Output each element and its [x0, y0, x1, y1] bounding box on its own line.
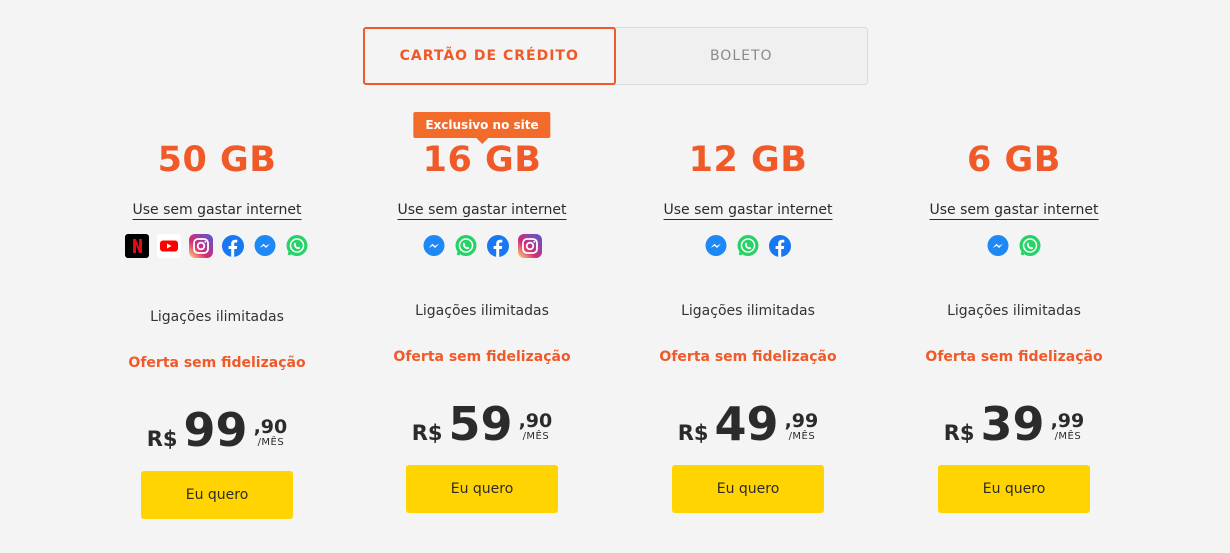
- price-currency: R$: [146, 427, 178, 451]
- messenger-icon: [423, 235, 445, 256]
- exclusive-badge: Exclusivo no site: [413, 112, 551, 138]
- instagram-icon: [189, 234, 213, 258]
- whatsapp-icon: [737, 235, 759, 256]
- plan-data-amount: 50 GB: [157, 140, 277, 180]
- plan-data-amount: 12 GB: [688, 140, 808, 180]
- price-currency: R$: [411, 421, 443, 445]
- calls-feature: Ligações ilimitadas: [947, 303, 1081, 319]
- price-decimal-group: ,90 /MÊS: [254, 417, 288, 449]
- facebook-icon: [487, 235, 509, 257]
- no-commitment-offer: Oferta sem fidelização: [659, 349, 837, 365]
- zero-rating-link[interactable]: Use sem gastar internet: [132, 202, 302, 220]
- plan-price: R$ 39 ,99 /MÊS: [904, 397, 1124, 447]
- plan-card-50gb: 50 GB Use sem gastar internet Ligações i…: [107, 0, 327, 553]
- netflix-icon: [125, 234, 149, 258]
- price-decimal-group: ,90 /MÊS: [519, 411, 553, 443]
- price-period: /MÊS: [788, 431, 816, 442]
- included-apps: [638, 234, 858, 258]
- plan-price: R$ 49 ,99 /MÊS: [638, 397, 858, 447]
- price-period: /MÊS: [522, 431, 550, 442]
- price-currency: R$: [677, 421, 709, 445]
- plan-price: R$ 59 ,90 /MÊS: [372, 397, 592, 447]
- zero-rating-link[interactable]: Use sem gastar internet: [663, 202, 833, 220]
- messenger-icon: [987, 235, 1009, 256]
- no-commitment-offer: Oferta sem fidelização: [925, 349, 1103, 365]
- price-decimal: ,90: [518, 410, 553, 432]
- no-commitment-offer: Oferta sem fidelização: [393, 349, 571, 365]
- price-decimal-group: ,99 /MÊS: [785, 411, 819, 443]
- price-currency: R$: [943, 421, 975, 445]
- calls-feature: Ligações ilimitadas: [150, 309, 284, 325]
- included-apps: [904, 234, 1124, 258]
- calls-feature: Ligações ilimitadas: [681, 303, 815, 319]
- price-decimal-group: ,99 /MÊS: [1051, 411, 1085, 443]
- price-decimal: ,99: [784, 410, 819, 432]
- plan-card-12gb: 12 GB Use sem gastar internet Ligações i…: [638, 0, 858, 553]
- price-integer: 39: [980, 397, 1045, 451]
- plans-page: CARTÃO DE CRÉDITO BOLETO 50 GB Use sem g…: [0, 0, 1230, 553]
- price-decimal: ,90: [253, 416, 288, 438]
- facebook-icon: [222, 235, 244, 257]
- whatsapp-icon: [455, 235, 477, 256]
- price-period: /MÊS: [257, 437, 285, 448]
- price-integer: 99: [183, 403, 248, 457]
- price-integer: 59: [448, 397, 513, 451]
- plan-data-amount: 16 GB: [422, 140, 542, 180]
- plan-card-6gb: 6 GB Use sem gastar internet Ligações il…: [904, 0, 1124, 553]
- plan-price: R$ 99 ,90 /MÊS: [107, 403, 327, 453]
- included-apps: [372, 234, 592, 258]
- subscribe-button[interactable]: Eu quero: [672, 465, 824, 513]
- plan-data-amount: 6 GB: [967, 140, 1061, 180]
- subscribe-button[interactable]: Eu quero: [938, 465, 1090, 513]
- zero-rating-link[interactable]: Use sem gastar internet: [929, 202, 1099, 220]
- plan-card-16gb: Exclusivo no site 16 GB Use sem gastar i…: [372, 0, 592, 553]
- facebook-icon: [769, 235, 791, 257]
- zero-rating-link[interactable]: Use sem gastar internet: [397, 202, 567, 220]
- subscribe-button[interactable]: Eu quero: [406, 465, 558, 513]
- price-period: /MÊS: [1054, 431, 1082, 442]
- whatsapp-icon: [1019, 235, 1041, 256]
- price-decimal: ,99: [1050, 410, 1085, 432]
- calls-feature: Ligações ilimitadas: [415, 303, 549, 319]
- whatsapp-icon: [286, 235, 308, 256]
- no-commitment-offer: Oferta sem fidelização: [128, 355, 306, 371]
- youtube-icon: [157, 234, 181, 258]
- price-integer: 49: [714, 397, 779, 451]
- messenger-icon: [254, 235, 276, 256]
- included-apps: [107, 234, 327, 258]
- instagram-icon: [518, 234, 542, 258]
- messenger-icon: [705, 235, 727, 256]
- subscribe-button[interactable]: Eu quero: [141, 471, 293, 519]
